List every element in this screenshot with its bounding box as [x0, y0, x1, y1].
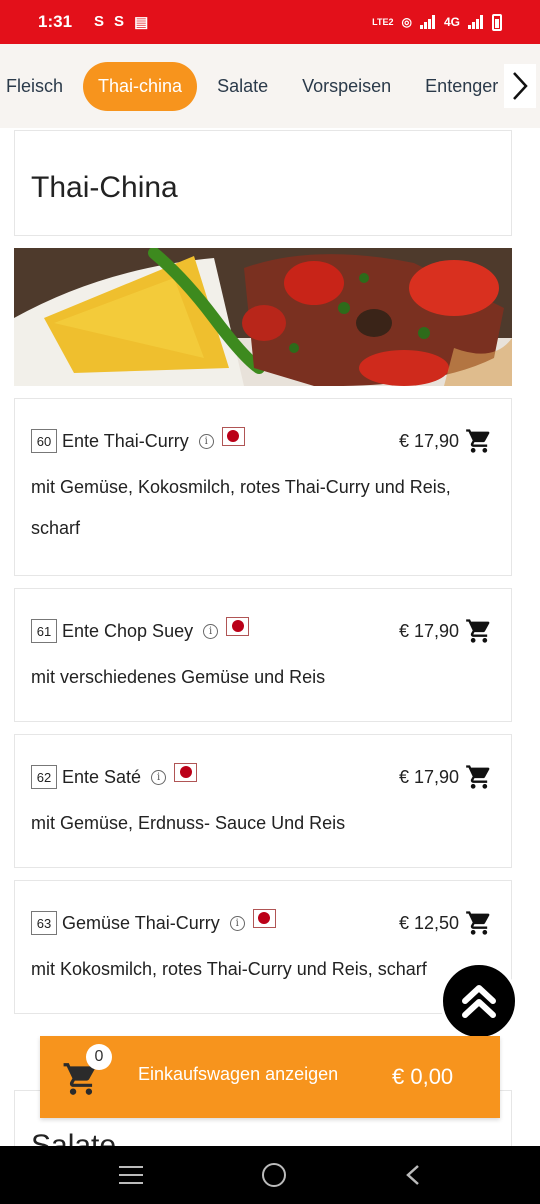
back-icon[interactable] — [405, 1164, 421, 1186]
item-name: Ente Chop Suey — [62, 620, 194, 641]
add-to-cart-icon[interactable] — [465, 617, 493, 645]
item-description: mit Gemüse, Kokosmilch, rotes Thai-Curry… — [31, 477, 451, 538]
item-number: 62 — [31, 765, 57, 789]
status-time: 1:31 — [38, 12, 73, 31]
notification-icon: S — [94, 13, 105, 30]
tab-vorspeisen[interactable]: Vorspeisen — [288, 62, 405, 111]
signal-icon — [468, 15, 484, 29]
add-to-cart-icon[interactable] — [465, 909, 493, 937]
recent-apps-icon[interactable] — [119, 1166, 144, 1184]
menu-item-card[interactable]: 62 Ente Saté i € 17,90 mit Gemüse, Erdnu… — [14, 734, 512, 868]
item-number: 61 — [31, 619, 57, 643]
item-name: Gemüse Thai-Curry — [62, 912, 220, 933]
cart-count-badge: 0 — [86, 1044, 112, 1070]
signal-icon — [419, 15, 436, 29]
home-icon[interactable] — [261, 1163, 286, 1187]
item-number: 63 — [31, 911, 57, 935]
info-icon[interactable]: i — [229, 915, 245, 931]
add-to-cart-icon[interactable] — [465, 427, 493, 455]
item-description: mit Gemüse, Erdnuss- Sauce Und Reis — [31, 813, 346, 833]
cart-total: € 0,00 — [392, 1064, 454, 1089]
view-cart-button[interactable]: 0 Einkaufswagen anzeigen € 0,00 — [40, 1036, 500, 1118]
menu-item-card[interactable]: 63 Gemüse Thai-Curry i € 12,50 mit Kokos… — [14, 880, 512, 1014]
item-description: mit verschiedenes Gemüse und Reis — [31, 667, 326, 687]
notification-icon: ▤ — [134, 14, 149, 31]
item-price: € 17,90 — [398, 766, 459, 787]
section-header: Thai-China — [14, 130, 512, 236]
info-icon[interactable]: i — [151, 769, 167, 785]
scroll-to-top-button[interactable] — [440, 962, 518, 1040]
category-nav: Fleisch Thai-china Salate Vorspeisen Ent… — [0, 44, 540, 128]
status-right-icons: LTE2 ◎ 4G — [372, 13, 502, 31]
item-number: 60 — [31, 429, 57, 453]
battery-icon — [492, 13, 502, 31]
notification-icon: S — [114, 13, 125, 30]
item-description: mit Kokosmilch, rotes Thai-Curry und Rei… — [31, 959, 427, 979]
menu-item-card[interactable]: 61 Ente Chop Suey i € 17,90 mit verschie… — [14, 588, 512, 722]
item-name: Ente Thai-Curry — [62, 430, 189, 451]
spicy-marker-icon — [252, 908, 276, 928]
menu-content: Thai-China 60 Ente Thai-Curry i € 17,90 … — [14, 128, 512, 1014]
section-title: Thai-China — [31, 171, 178, 204]
status-left-icons: S S ▤ — [94, 13, 148, 31]
spicy-marker-icon — [226, 616, 250, 636]
status-bar: 1:31 S S ▤ LTE2 ◎ 4G — [0, 0, 540, 44]
spicy-marker-icon — [174, 762, 198, 782]
tab-entengerichte[interactable]: Entenger — [411, 62, 512, 111]
category-banner-image — [14, 248, 512, 386]
volte-icon: LTE2 — [372, 17, 394, 27]
menu-item-card[interactable]: 60 Ente Thai-Curry i € 17,90 mit Gemüse,… — [14, 398, 512, 576]
chevron-right-icon[interactable] — [504, 64, 536, 108]
system-nav-bar — [0, 1146, 540, 1204]
tab-thai-china[interactable]: Thai-china — [83, 61, 198, 111]
double-chevron-up-icon — [462, 985, 496, 1018]
item-price: € 12,50 — [398, 912, 459, 933]
item-name: Ente Saté — [62, 766, 142, 787]
network-type-label: 4G — [443, 15, 460, 29]
tab-fleisch[interactable]: Fleisch — [0, 62, 77, 111]
add-to-cart-icon[interactable] — [465, 763, 493, 791]
item-price: € 17,90 — [398, 430, 459, 451]
info-icon[interactable]: i — [203, 623, 219, 639]
info-icon[interactable]: i — [198, 433, 214, 449]
cart-label: Einkaufswagen anzeigen — [138, 1064, 339, 1084]
food-photo — [14, 248, 512, 386]
hotspot-icon: ◎ — [401, 15, 412, 29]
item-price: € 17,90 — [398, 620, 459, 641]
tab-salate[interactable]: Salate — [203, 62, 282, 111]
spicy-marker-icon — [221, 426, 245, 446]
